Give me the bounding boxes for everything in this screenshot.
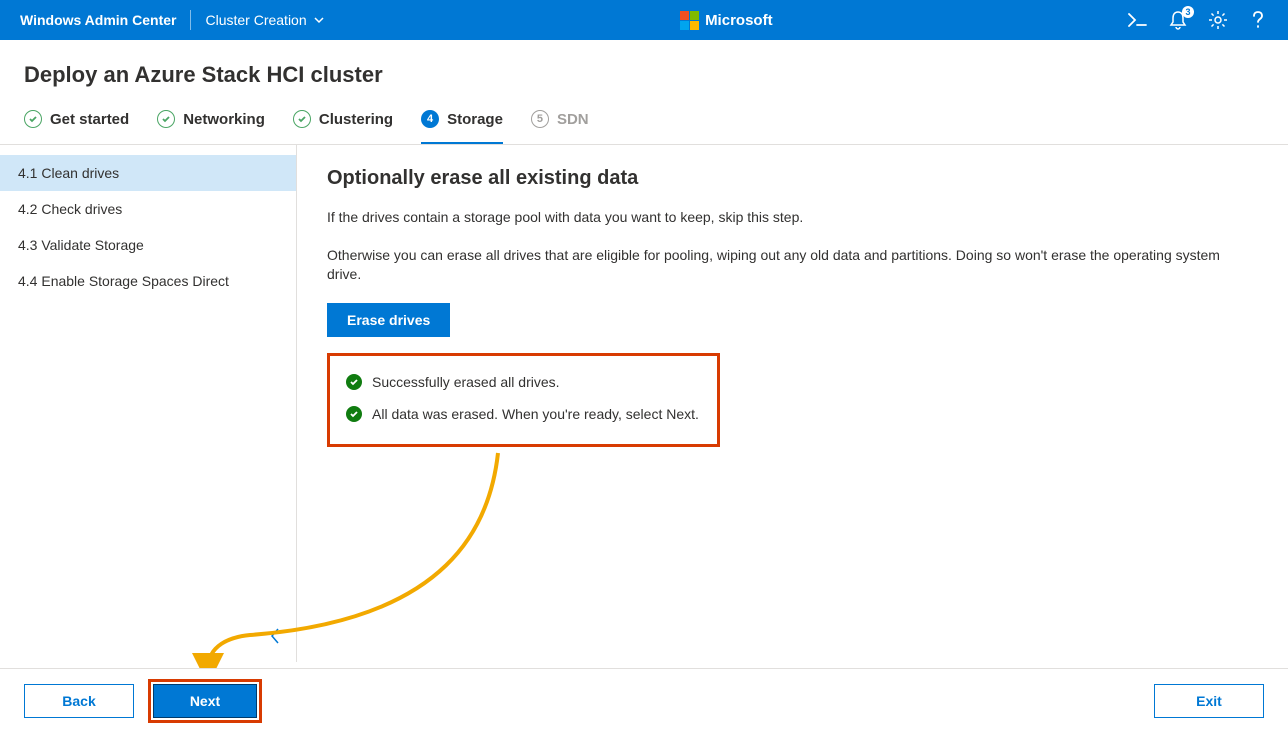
app-title: Windows Admin Center <box>20 12 176 28</box>
page-title: Deploy an Azure Stack HCI cluster <box>0 40 1288 104</box>
content-p2: Otherwise you can erase all drives that … <box>327 246 1258 285</box>
step-number: 4 <box>421 110 439 128</box>
sidebar-item-enable-s2d[interactable]: 4.4 Enable Storage Spaces Direct <box>0 263 296 299</box>
next-button[interactable]: Next <box>153 684 257 718</box>
sidebar-item-validate-storage[interactable]: 4.3 Validate Storage <box>0 227 296 263</box>
context-label: Cluster Creation <box>205 12 306 28</box>
brand-text: Microsoft <box>705 12 773 29</box>
check-icon <box>157 110 175 128</box>
wizard-steps: Get started Networking Clustering 4 Stor… <box>0 104 1288 145</box>
notifications-icon[interactable]: 3 <box>1168 10 1188 30</box>
wizard-step-sdn[interactable]: 5 SDN <box>531 110 589 144</box>
footer: Back Next Exit <box>0 668 1288 732</box>
wizard-label: SDN <box>557 111 589 128</box>
wizard-step-clustering[interactable]: Clustering <box>293 110 393 144</box>
back-button[interactable]: Back <box>24 684 134 718</box>
content-heading: Optionally erase all existing data <box>327 167 1258 190</box>
status-highlight-box: Successfully erased all drives. All data… <box>327 353 720 447</box>
success-check-icon <box>346 406 362 422</box>
topbar-right: 3 <box>1128 10 1268 30</box>
sidebar-item-clean-drives[interactable]: 4.1 Clean drives <box>0 155 296 191</box>
sidebar-item-check-drives[interactable]: 4.2 Check drives <box>0 191 296 227</box>
topbar-left: Windows Admin Center Cluster Creation <box>20 10 325 30</box>
topbar: Windows Admin Center Cluster Creation Mi… <box>0 0 1288 40</box>
status-text: Successfully erased all drives. <box>372 374 560 390</box>
wizard-label: Get started <box>50 111 129 128</box>
wizard-step-storage[interactable]: 4 Storage <box>421 110 503 144</box>
status-line-2: All data was erased. When you're ready, … <box>346 398 701 430</box>
status-text: All data was erased. When you're ready, … <box>372 406 699 422</box>
wizard-step-networking[interactable]: Networking <box>157 110 265 144</box>
powershell-icon[interactable] <box>1128 10 1148 30</box>
separator <box>190 10 191 30</box>
status-line-1: Successfully erased all drives. <box>346 366 701 398</box>
wizard-label: Networking <box>183 111 265 128</box>
main-body: 4.1 Clean drives 4.2 Check drives 4.3 Va… <box>0 145 1288 662</box>
microsoft-logo-icon <box>680 11 699 30</box>
check-icon <box>293 110 311 128</box>
content-p1: If the drives contain a storage pool wit… <box>327 208 1258 228</box>
next-highlight-box: Next <box>148 679 262 723</box>
wizard-label: Storage <box>447 111 503 128</box>
chevron-down-icon <box>313 14 325 26</box>
sidebar: 4.1 Clean drives 4.2 Check drives 4.3 Va… <box>0 145 297 662</box>
success-check-icon <box>346 374 362 390</box>
collapse-sidebar-icon[interactable] <box>268 625 282 652</box>
help-icon[interactable] <box>1248 10 1268 30</box>
step-number: 5 <box>531 110 549 128</box>
settings-gear-icon[interactable] <box>1208 10 1228 30</box>
erase-drives-button[interactable]: Erase drives <box>327 303 450 337</box>
context-dropdown[interactable]: Cluster Creation <box>205 12 324 28</box>
wizard-label: Clustering <box>319 111 393 128</box>
brand: Microsoft <box>325 11 1128 30</box>
check-icon <box>24 110 42 128</box>
content-pane: Optionally erase all existing data If th… <box>297 145 1288 662</box>
wizard-step-get-started[interactable]: Get started <box>24 110 129 144</box>
exit-button[interactable]: Exit <box>1154 684 1264 718</box>
notification-badge: 3 <box>1182 6 1194 18</box>
